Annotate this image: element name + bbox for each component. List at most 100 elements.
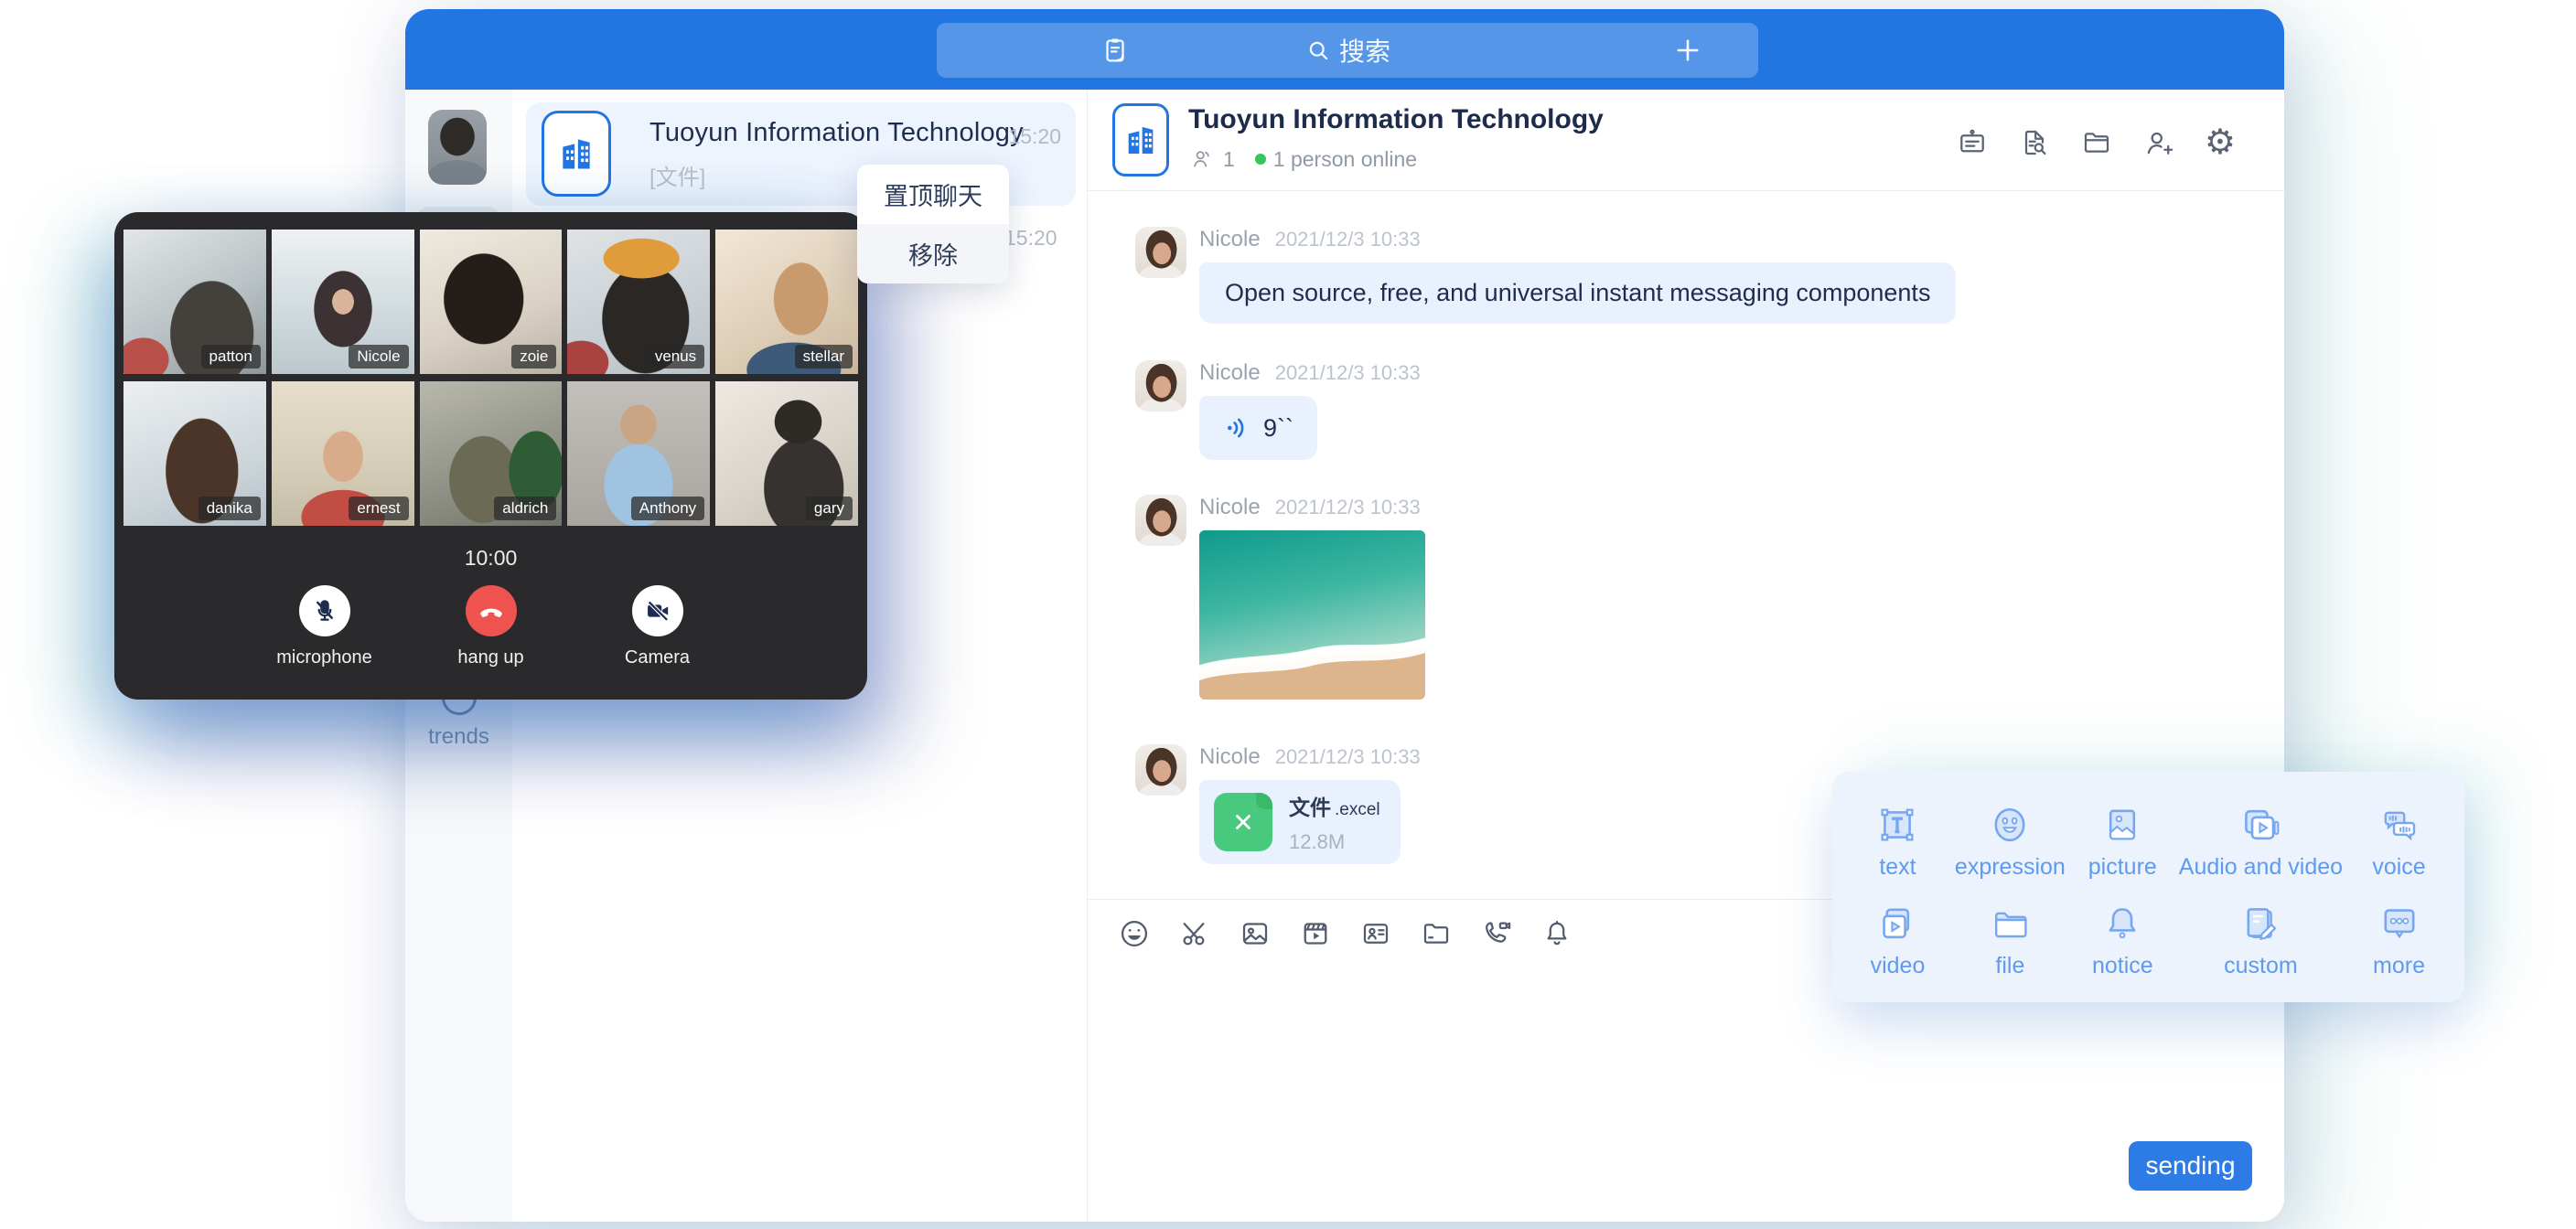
picture-icon[interactable] xyxy=(1239,917,1272,950)
image-message[interactable] xyxy=(1199,530,1425,700)
sender-name: Nicole xyxy=(1199,227,1261,252)
action-label: Audio and video xyxy=(2179,854,2343,881)
add-member-icon[interactable] xyxy=(2142,126,2175,159)
group-file-icon[interactable] xyxy=(2080,126,2113,159)
send-button[interactable]: sending xyxy=(2129,1141,2252,1191)
action-label: text xyxy=(1879,854,1916,881)
online-dot xyxy=(1255,154,1266,165)
expression-icon xyxy=(1988,803,2032,847)
video-call-icon[interactable] xyxy=(1480,917,1513,950)
action-text[interactable]: text xyxy=(1841,792,1954,891)
participant-video: Nicole xyxy=(272,230,414,374)
action-label: file xyxy=(1995,953,2024,979)
message-row: Nicole 2021/12/3 10:33 Open source, free… xyxy=(1135,227,1956,324)
participant-video: danika xyxy=(123,381,266,526)
file-ext: .excel xyxy=(1335,800,1380,819)
file-size: 12.8M xyxy=(1289,830,1380,854)
voice-message-bubble[interactable]: 9`` xyxy=(1199,396,1317,460)
message-meta: Nicole 2021/12/3 10:33 xyxy=(1199,360,1421,388)
participant-video: ernest xyxy=(272,381,414,526)
file-icon xyxy=(1988,902,2032,946)
message-row: Nicole 2021/12/3 10:33 9`` xyxy=(1135,360,1421,460)
microphone-button[interactable]: microphone xyxy=(270,585,380,668)
action-expression[interactable]: expression xyxy=(1954,792,2066,891)
video-icon[interactable] xyxy=(1299,917,1332,950)
search-bar[interactable]: 搜索 xyxy=(937,23,1758,78)
online-status: 1 person online xyxy=(1273,147,1417,172)
message-row: Nicole 2021/12/3 10:33 文件.excel xyxy=(1135,744,1421,864)
menu-item-remove[interactable]: 移除 xyxy=(857,224,1009,283)
message-type-panel: text expression picture xyxy=(1832,772,2464,1002)
participant-name: venus xyxy=(647,345,704,369)
hang-up-icon[interactable] xyxy=(466,585,517,636)
chat-header: Tuoyun Information Technology 1 1 person… xyxy=(1088,90,2284,191)
screenshot-icon[interactable] xyxy=(1178,917,1211,950)
mic-off-icon[interactable] xyxy=(299,585,350,636)
custom-icon xyxy=(2238,902,2282,946)
chat-history-search-icon[interactable] xyxy=(2018,126,2051,159)
group-notice-icon[interactable] xyxy=(1956,126,1989,159)
text-message-bubble[interactable]: Open source, free, and universal instant… xyxy=(1199,262,1956,324)
action-file[interactable]: file xyxy=(1954,891,2066,989)
camera-off-icon[interactable] xyxy=(632,585,683,636)
voice-wave-icon xyxy=(1223,413,1252,443)
sender-name: Nicole xyxy=(1199,495,1261,520)
search-field[interactable]: 搜索 xyxy=(937,23,1758,78)
file-message-bubble[interactable]: 文件.excel 12.8M xyxy=(1199,780,1401,864)
hang-up-label: hang up xyxy=(457,647,523,668)
action-picture[interactable]: picture xyxy=(2066,792,2179,891)
message-timestamp: 2021/12/3 10:33 xyxy=(1275,228,1421,251)
more-icon xyxy=(2377,902,2421,946)
action-label: expression xyxy=(1955,854,2066,881)
add-icon[interactable] xyxy=(1672,35,1703,66)
participant-grid: patton Nicole zoie venus stellar danika … xyxy=(123,230,858,526)
participant-name: zoie xyxy=(511,345,556,369)
message-meta: Nicole 2021/12/3 10:33 xyxy=(1199,227,1956,254)
conversation-title: Tuoyun Information Technology xyxy=(649,118,1024,148)
sender-avatar[interactable] xyxy=(1135,360,1186,411)
search-icon xyxy=(1304,37,1332,64)
action-voice[interactable]: voice xyxy=(2343,792,2455,891)
contact-card-icon[interactable] xyxy=(1359,917,1392,950)
message-meta: Nicole 2021/12/3 10:33 xyxy=(1199,744,1421,772)
participant-name: aldrich xyxy=(494,497,556,520)
participant-video: venus xyxy=(567,230,710,374)
voice-duration: 9`` xyxy=(1263,414,1293,443)
menu-item-pin-chat[interactable]: 置顶聊天 xyxy=(857,165,1009,224)
camera-button[interactable]: Camera xyxy=(603,585,713,668)
chat-panel: Tuoyun Information Technology 1 1 person… xyxy=(1087,90,2284,1222)
user-avatar[interactable] xyxy=(428,110,487,185)
action-more[interactable]: more xyxy=(2343,891,2455,989)
folder-icon[interactable] xyxy=(1420,917,1453,950)
participant-name: gary xyxy=(806,497,853,520)
participant-name: Nicole xyxy=(349,345,408,369)
call-timer: 10:00 xyxy=(465,546,518,571)
action-notice[interactable]: notice xyxy=(2066,891,2179,989)
hang-up-button[interactable]: hang up xyxy=(436,585,546,668)
emoji-icon[interactable] xyxy=(1118,917,1151,950)
settings-icon[interactable]: ⚙ xyxy=(2205,126,2236,159)
sender-avatar[interactable] xyxy=(1135,227,1186,278)
sender-name: Nicole xyxy=(1199,744,1261,770)
video-icon xyxy=(1875,902,1919,946)
conversation-time: 15:20 xyxy=(1004,226,1057,251)
excel-file-icon xyxy=(1214,793,1272,851)
message-timestamp: 2021/12/3 10:33 xyxy=(1275,745,1421,769)
notification-icon[interactable] xyxy=(1540,917,1573,950)
conversation-last-message: [文件] xyxy=(649,159,705,191)
action-label: more xyxy=(2373,953,2425,979)
action-label: picture xyxy=(2088,854,2157,881)
action-audio-video[interactable]: Audio and video xyxy=(2179,792,2343,891)
action-video[interactable]: video xyxy=(1841,891,1954,989)
voice-icon xyxy=(2377,803,2421,847)
call-controls: 10:00 microphone xyxy=(114,546,867,668)
sender-avatar[interactable] xyxy=(1135,495,1186,546)
action-custom[interactable]: custom xyxy=(2179,891,2343,989)
audio-video-icon xyxy=(2238,803,2282,847)
sender-name: Nicole xyxy=(1199,360,1261,386)
sender-avatar[interactable] xyxy=(1135,744,1186,796)
conversation-time: 15:20 xyxy=(1008,124,1061,149)
composer-toolbar xyxy=(1118,917,1573,950)
participant-video: Anthony xyxy=(567,381,710,526)
chat-subtitle: 1 1 person online xyxy=(1190,146,1417,172)
